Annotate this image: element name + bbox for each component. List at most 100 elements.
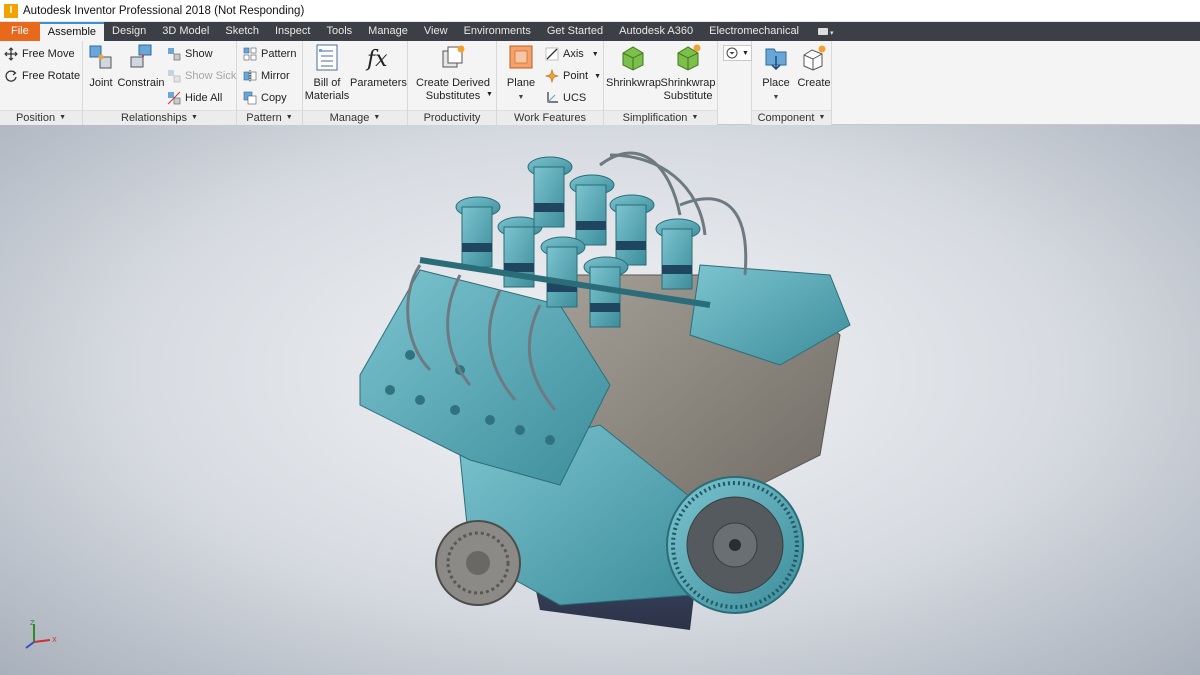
show-relationship-icon <box>168 48 181 61</box>
show-button[interactable]: Show <box>167 45 213 63</box>
tab-overflow-button[interactable]: ▾ <box>807 22 845 41</box>
constrain-button[interactable]: Constrain <box>117 43 165 90</box>
mirror-button[interactable]: Mirror <box>243 67 290 85</box>
ucs-button[interactable]: UCS <box>545 89 586 107</box>
tab-file[interactable]: File <box>0 22 40 41</box>
joint-label: Joint <box>89 77 113 89</box>
pattern-button[interactable]: Pattern <box>243 45 296 63</box>
shrinkwrap-substitute-button[interactable]: Shrinkwrap Substitute <box>660 43 716 103</box>
function-fx-icon: fx <box>365 47 388 72</box>
flywheel <box>666 476 804 614</box>
panel-title-simplification-label: Simplification <box>622 112 688 124</box>
chevron-down-icon: ▼ <box>373 114 381 122</box>
tab-view[interactable]: View <box>416 22 456 41</box>
chevron-down-icon: ▼ <box>594 72 602 80</box>
inventor-logo-icon: I <box>4 3 18 18</box>
place-button[interactable]: Place ▼ <box>756 43 796 104</box>
hide-all-label: Hide All <box>185 92 223 104</box>
panel-title-manage-label: Manage <box>329 112 370 124</box>
free-rotate-button[interactable]: Free Rotate <box>4 67 80 85</box>
constrain-label: Constrain <box>117 77 165 89</box>
pattern-icon <box>243 47 257 61</box>
plane-icon <box>509 45 533 69</box>
tab-get-started[interactable]: Get Started <box>539 22 611 41</box>
create-component-icon <box>803 45 826 71</box>
bill-of-materials-button[interactable]: Bill of Materials <box>304 43 350 103</box>
svg-text:▾: ▾ <box>830 29 834 37</box>
show-sick-label: Show Sick <box>185 70 237 82</box>
axis-icon <box>545 47 559 61</box>
panel-title-pattern[interactable]: Pattern ▼ <box>237 110 302 125</box>
create-component-button[interactable]: Create <box>796 43 832 90</box>
chevron-down-icon: ▼ <box>59 114 67 122</box>
graphics-viewport[interactable]: Z X <box>0 125 1200 675</box>
panel-title-component[interactable]: Component ▼ <box>752 110 831 125</box>
panel-title-simplification[interactable]: Simplification ▼ <box>604 110 717 125</box>
panel-productivity: Create Derived Substitutes ▼ Productivit… <box>408 41 497 125</box>
panel-work-features: Plane ▼ Axis ▼ Point ▼ UCS Work Features <box>497 41 604 125</box>
point-button[interactable]: Point ▼ <box>545 67 601 85</box>
hide-all-button[interactable]: Hide All <box>167 89 222 107</box>
tab-3d-model[interactable]: 3D Model <box>154 22 217 41</box>
panel-title-work-features: Work Features <box>497 110 603 125</box>
bom-label-line2: Materials <box>304 90 350 102</box>
point-icon <box>545 69 559 83</box>
panel-title-productivity: Productivity <box>408 110 496 125</box>
create-derived-substitutes-dropdown[interactable]: ▼ <box>486 85 493 103</box>
tab-manage[interactable]: Manage <box>360 22 416 41</box>
view-axis-triad-icon[interactable]: Z X <box>18 620 62 650</box>
show-sick-button[interactable]: Show Sick <box>167 67 236 85</box>
chevron-down-icon: ▼ <box>285 114 293 122</box>
bom-label-line1: Bill of <box>313 77 341 89</box>
parameters-label: Parameters <box>350 77 407 89</box>
shrinkwrap-button[interactable]: Shrinkwrap <box>606 43 661 90</box>
panel-title-position-label: Position <box>15 112 56 124</box>
alternator <box>435 520 521 606</box>
chevron-down-icon: ▼ <box>742 49 749 57</box>
panel-title-position[interactable]: Position ▼ <box>0 110 82 125</box>
panel-manage: Bill of Materials fx Parameters Manage ▼ <box>303 41 408 125</box>
plane-button[interactable]: Plane ▼ <box>501 43 541 104</box>
derived-substitute-icon <box>442 45 465 68</box>
move-arrows-icon <box>4 47 18 61</box>
ucs-label: UCS <box>563 92 587 104</box>
free-move-button[interactable]: Free Move <box>4 45 75 63</box>
panel-title-relationships[interactable]: Relationships ▼ <box>83 110 236 125</box>
ribbon: Free Move Free Rotate Position ▼ Joint Co… <box>0 41 1200 125</box>
pattern-label: Pattern <box>261 48 297 60</box>
svg-text:fx: fx <box>365 47 388 72</box>
place-label: Place <box>762 77 790 89</box>
tab-design[interactable]: Design <box>104 22 154 41</box>
joint-icon <box>89 45 112 69</box>
axis-label: Axis <box>563 48 584 60</box>
chevron-down-icon: ▼ <box>191 114 198 122</box>
panel-title-manage[interactable]: Manage ▼ <box>303 110 407 125</box>
panel-relationships: Joint Constrain Show Show Sick Hide All … <box>83 41 237 125</box>
tab-sketch[interactable]: Sketch <box>217 22 267 41</box>
window-title: Autodesk Inventor Professional 2018 (Not… <box>23 4 305 17</box>
tab-tools[interactable]: Tools <box>318 22 360 41</box>
joint-button[interactable]: Joint <box>87 43 115 90</box>
panel-title-work-features-label: Work Features <box>514 112 586 124</box>
axis-button[interactable]: Axis ▼ <box>545 45 599 63</box>
tab-environments[interactable]: Environments <box>456 22 539 41</box>
place-component-icon <box>765 48 787 71</box>
create-derived-substitutes-button[interactable]: Create Derived Substitutes <box>414 43 492 103</box>
panel-quick-dropdown: ▼ <box>718 41 752 125</box>
svg-text:X: X <box>52 636 57 644</box>
copy-button[interactable]: Copy <box>243 89 287 107</box>
ribbon-tab-bar: File Assemble Design 3D Model Sketch Ins… <box>0 22 1200 41</box>
panel-simplification: Shrinkwrap Shrinkwrap Substitute Simplif… <box>604 41 718 125</box>
engine-model[interactable] <box>0 125 1200 675</box>
tab-assemble[interactable]: Assemble <box>39 22 105 41</box>
tab-electromechanical[interactable]: Electromechanical <box>701 22 807 41</box>
parameters-button[interactable]: fx Parameters <box>350 43 407 90</box>
tab-inspect[interactable]: Inspect <box>267 22 318 41</box>
tab-autodesk-a360[interactable]: Autodesk A360 <box>611 22 701 41</box>
shrinkwrap-substitute-icon <box>677 44 701 71</box>
rotate-icon <box>5 70 17 82</box>
quick-dropdown-button[interactable]: ▼ <box>723 45 752 61</box>
show-sick-icon <box>168 70 181 83</box>
mirror-label: Mirror <box>261 70 290 82</box>
bill-of-materials-icon <box>316 44 338 71</box>
